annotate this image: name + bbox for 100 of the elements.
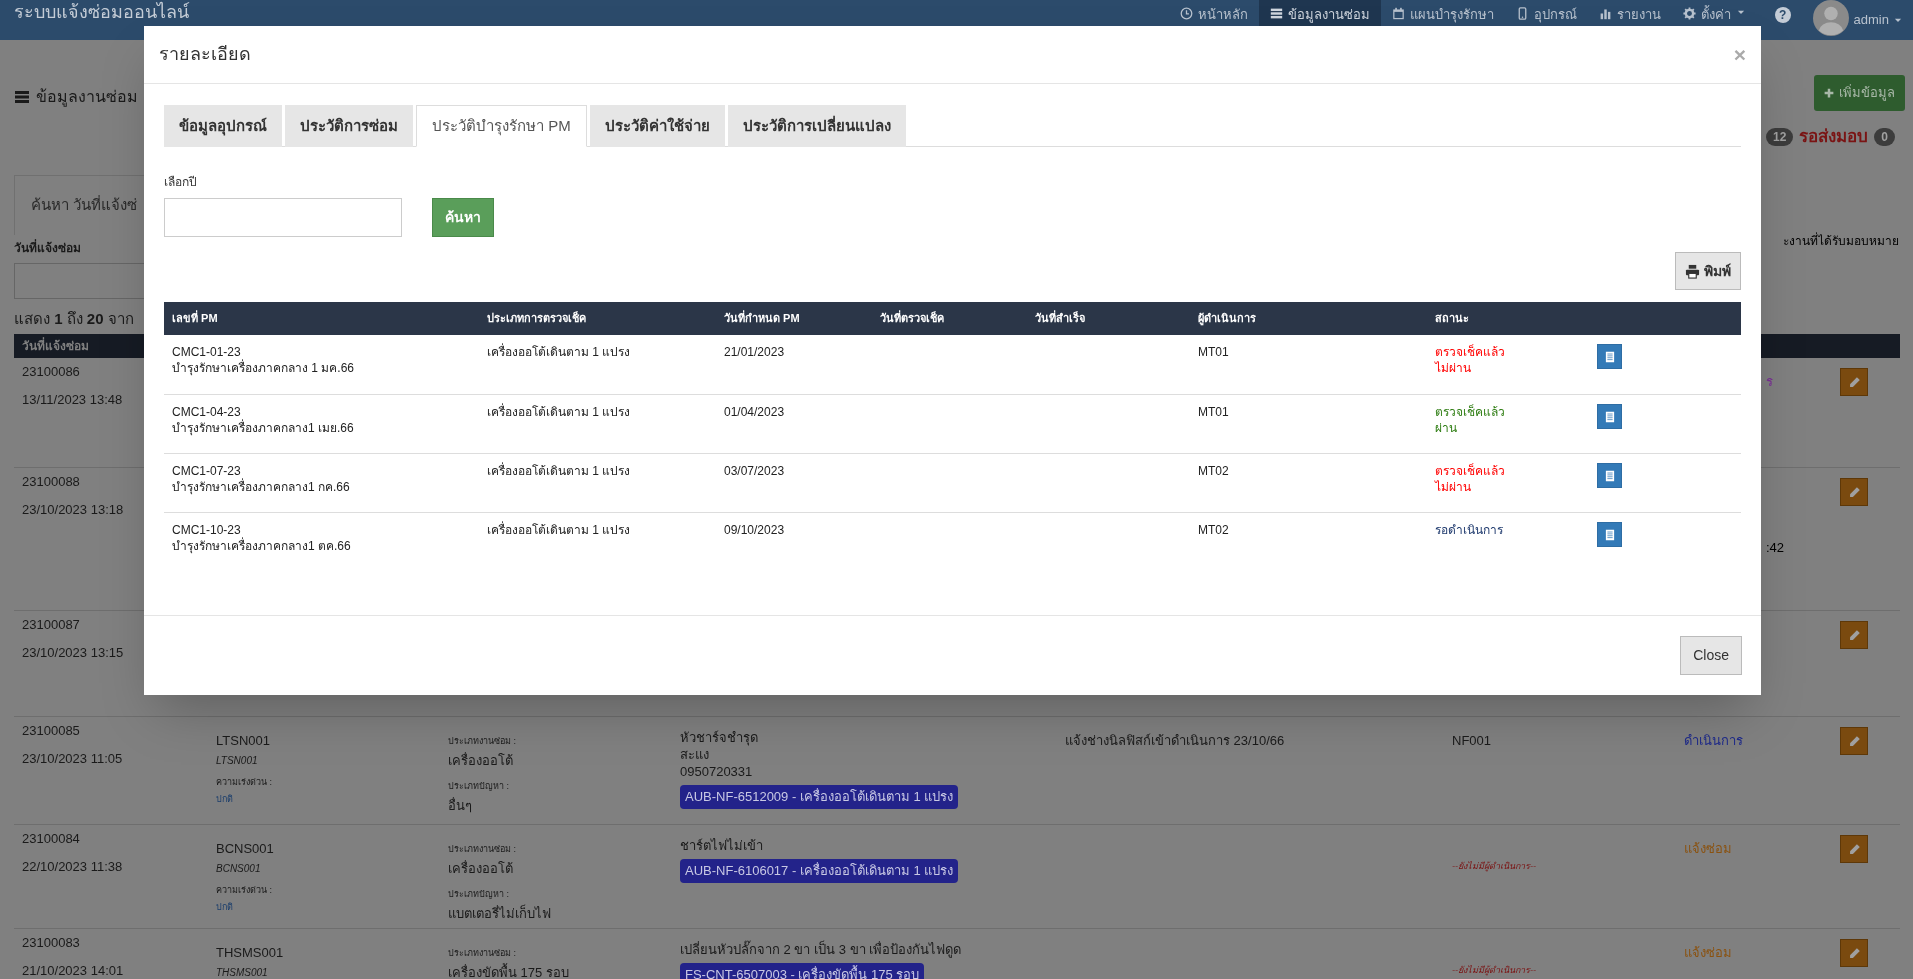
tab[interactable]: ข้อมูลอุปกรณ์ xyxy=(164,105,282,147)
calendar-icon xyxy=(1391,7,1405,20)
asset-tag: AUB-NF-6512009 - เครื่องออโต้เดินตาม 1 แปรง xyxy=(680,785,959,809)
nav-link[interactable]: แผนบำรุงรักษา xyxy=(1380,0,1505,40)
table-cell: 13/11/2023 13:48 xyxy=(22,392,123,408)
table-cell-text: CMC1-07-23 xyxy=(172,463,242,478)
status-text: แจ้งซ่อม xyxy=(1684,945,1732,960)
close-button[interactable]: Close xyxy=(1680,636,1742,675)
field-label: เลือกปี xyxy=(164,174,198,191)
table-cell: ชาร์ตไฟไม่เข้า xyxy=(680,837,763,854)
status-text: ไม่ผ่าน xyxy=(1435,360,1472,376)
edit-button[interactable] xyxy=(1840,727,1868,755)
search-button[interactable]: ค้นหา xyxy=(432,198,494,237)
nav-link[interactable]: รายงาน xyxy=(1587,0,1672,40)
table-cell-text: เครื่องออโต้ xyxy=(448,751,514,770)
field-label: ประเภทปัญหา : xyxy=(448,888,510,901)
table-cell-text: บำรุงรักษาเครื่องภาคกลาง 1 มค.66 xyxy=(172,360,356,376)
nav-link[interactable]: ตั้งค่า xyxy=(1671,0,1757,40)
table-cell-text: เครื่องออโต้เดินตาม 1 แปรง xyxy=(486,520,632,539)
table-cell: 23/10/2023 11:05 xyxy=(22,751,123,767)
table-cell-text: ปกติ xyxy=(216,793,234,806)
field-label: ความเร่งด่วน : xyxy=(216,883,273,897)
document-icon xyxy=(1603,350,1616,363)
table-cell-text: บำรุงรักษาเครื่องภาคกลาง1 ตค.66 xyxy=(172,538,352,554)
page-title: ข้อมูลงานซ่อม xyxy=(36,86,138,109)
table-cell-text: เครื่องออโต้ xyxy=(448,859,514,878)
tab[interactable]: ประวัติการเปลี่ยนแปลง xyxy=(727,105,906,147)
status-text: ร xyxy=(1766,373,1773,391)
details-button[interactable] xyxy=(1597,344,1622,369)
table-cell: สะแง xyxy=(680,746,709,763)
table-cell: 23100086 xyxy=(22,364,80,380)
column-header: วันที่กำหนด PM xyxy=(723,310,801,327)
bar-chart-icon xyxy=(1598,7,1612,20)
asset-tag: AUB-NF-6106017 - เครื่องออโต้เดินตาม 1 แปรง xyxy=(680,859,959,883)
document-icon xyxy=(1603,528,1616,541)
status-text: ตรวจเช็คแล้ว xyxy=(1435,344,1506,360)
table-cell: 23100087 xyxy=(22,617,80,633)
pencil-icon xyxy=(1847,375,1861,389)
table-cell-text: CMC1-04-23 xyxy=(172,404,242,419)
pencil-icon xyxy=(1847,946,1861,960)
table-cell-text: LTSN001 xyxy=(216,753,259,768)
table-cell-text: บำรุงรักษาเครื่องภาคกลาง1 กค.66 xyxy=(172,479,351,495)
table-cell-text: 01/04/2023 xyxy=(723,404,786,421)
table-cell: NF001 xyxy=(1452,733,1492,748)
table-cell-text: MT02 xyxy=(1197,463,1230,480)
column-header: สถานะ xyxy=(1434,311,1470,327)
status-text: ดำเนินการ xyxy=(1684,733,1743,748)
count-badge: 0 xyxy=(1874,128,1895,146)
nav-link[interactable]: หน้าหลัก xyxy=(1168,0,1259,40)
add-button[interactable]: เพิ่มข้อมูล xyxy=(1814,74,1905,111)
column-header: วันที่สำเร็จ xyxy=(1034,310,1086,327)
table-cell: --ยังไม่มีผู้ดำเนินการ-- xyxy=(1452,965,1536,975)
plus-icon xyxy=(1824,87,1834,98)
table-cell-text: เครื่องขัดพื้น 175 รอบ xyxy=(448,962,570,979)
document-icon xyxy=(1603,469,1616,482)
list-icon xyxy=(1269,7,1283,20)
field-label: ประเภทงานซ่อม : xyxy=(448,843,517,856)
help-icon[interactable]: ? xyxy=(1774,7,1791,23)
column-header: วันที่ตรวจเช็ค xyxy=(879,310,945,327)
edit-button[interactable] xyxy=(1840,621,1868,649)
field-label: ประเภทงานซ่อม : xyxy=(448,947,517,960)
year-field[interactable] xyxy=(164,198,402,237)
edit-button[interactable] xyxy=(1840,939,1868,967)
status-text: ตรวจเช็คแล้ว xyxy=(1435,404,1506,420)
table-cell-text: MT01 xyxy=(1197,344,1230,361)
nav-link[interactable]: อุปกรณ์ xyxy=(1504,0,1588,40)
table-cell-text: เครื่องออโต้เดินตาม 1 แปรง xyxy=(486,342,632,361)
edit-button[interactable] xyxy=(1840,478,1868,506)
table-cell-text: 09/10/2023 xyxy=(723,522,786,539)
edit-button[interactable] xyxy=(1840,368,1868,396)
details-button[interactable] xyxy=(1597,404,1622,429)
user-menu[interactable]: admin xyxy=(1853,10,1903,30)
document-icon xyxy=(1603,410,1616,423)
clock-icon xyxy=(1179,7,1193,20)
field-label: ประเภทปัญหา : xyxy=(448,780,510,793)
table-cell: 23/10/2023 13:18 xyxy=(22,502,124,518)
field-label: ประเภทงานซ่อม : xyxy=(448,735,517,748)
tab[interactable]: ประวัติค่าใช้จ่าย xyxy=(589,105,725,147)
print-button[interactable]: พิมพ์ xyxy=(1675,252,1741,290)
settings-icon xyxy=(1682,7,1696,20)
table-cell-text: เครื่องออโต้เดินตาม 1 แปรง xyxy=(486,461,632,480)
avatar-icon xyxy=(1812,0,1849,36)
tab[interactable]: ประวัติการซ่อม xyxy=(285,105,413,147)
table-cell-text: MT02 xyxy=(1197,522,1230,539)
table-cell-text: CMC1-10-23 xyxy=(172,522,242,537)
details-button[interactable] xyxy=(1597,522,1622,547)
table-cell-text: THSMS001 xyxy=(216,965,269,979)
edit-button[interactable] xyxy=(1840,835,1868,863)
details-button[interactable] xyxy=(1597,463,1622,488)
tab[interactable]: ประวัติบำรุงรักษา PM xyxy=(416,105,587,147)
table-cell-text: MT01 xyxy=(1197,404,1230,421)
pencil-icon xyxy=(1847,485,1861,499)
status-text: แจ้งซ่อม xyxy=(1684,841,1732,856)
table-cell: 21/10/2023 14:01 xyxy=(22,963,124,979)
asset-tag: FS-CNT-6507003 - เครื่องขัดพื้น 175 รอบ xyxy=(680,963,925,979)
pencil-icon xyxy=(1847,842,1861,856)
table-cell-text: 03/07/2023 xyxy=(723,463,786,480)
table-cell-text: 21/01/2023 xyxy=(723,344,786,361)
table-cell: 0950720331 xyxy=(680,763,753,780)
status-text: ไม่ผ่าน xyxy=(1435,479,1472,495)
